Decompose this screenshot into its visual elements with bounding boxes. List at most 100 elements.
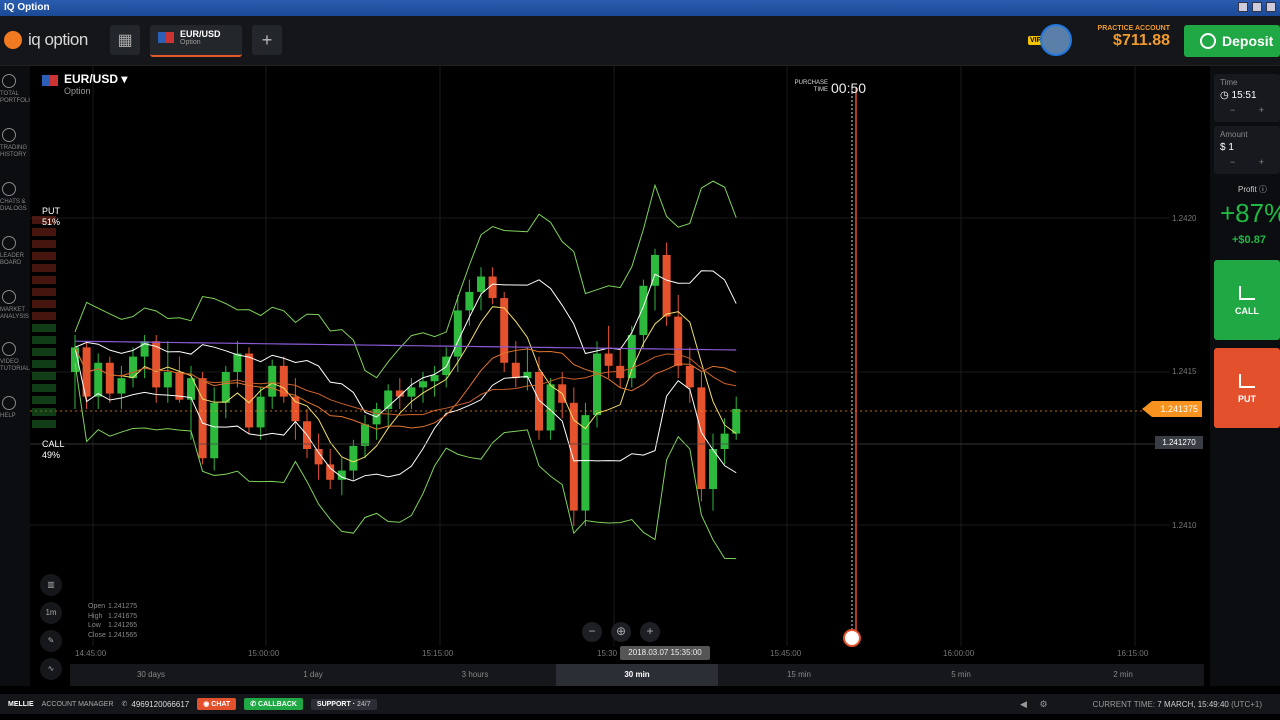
top-bar: iq option ▦ EUR/USD Option + VIP PRACTICE…	[0, 16, 1280, 66]
timeframe-option[interactable]: 30 min	[556, 664, 718, 686]
sidebar-item-help[interactable]: HELP	[0, 396, 30, 420]
expiry-time-field[interactable]: Time ◷ 15:51 − +	[1214, 74, 1280, 122]
x-tick-label: 16:00:00	[943, 649, 975, 658]
time-increase-button[interactable]: +	[1259, 105, 1264, 115]
close-button[interactable]	[1266, 2, 1276, 12]
indicators-button[interactable]: ∿	[40, 658, 62, 680]
candle	[627, 335, 636, 379]
chart-asset-label[interactable]: EUR/USD ▾ Option	[42, 72, 127, 96]
amount-increase-button[interactable]: +	[1259, 157, 1264, 167]
candle	[581, 415, 590, 511]
chart-up-icon	[1239, 286, 1255, 300]
deposit-button[interactable]: Deposit	[1184, 25, 1280, 57]
current-price-tag: 1.241375	[1142, 401, 1202, 417]
chat-button[interactable]: ◉ CHAT	[197, 698, 237, 710]
interval-button[interactable]: 1m	[40, 602, 62, 624]
purchase-timer: 00:50	[831, 80, 867, 96]
ohlc-close: 1.241565	[108, 631, 138, 639]
put-button[interactable]: PUT	[1214, 348, 1280, 428]
call-button[interactable]: CALL	[1214, 260, 1280, 340]
settings-icon[interactable]: ⚙	[1039, 699, 1047, 709]
chart-down-icon	[1239, 374, 1255, 388]
chat-icon	[2, 182, 16, 196]
sentiment-bar-segment	[32, 396, 56, 404]
sidebar-item-leaderboard[interactable]: LEADER BOARD	[0, 236, 30, 267]
timeframe-option[interactable]: 15 min	[718, 664, 880, 686]
phone-icon: ✆	[250, 701, 259, 708]
candle	[685, 365, 694, 388]
sidebar-item-chats[interactable]: CHATS & DIALOGS	[0, 182, 30, 213]
candle	[163, 372, 172, 388]
call-sentiment: CALL 49%	[42, 439, 65, 461]
zoom-out-button[interactable]: −	[582, 622, 602, 642]
put-button-label: PUT	[1238, 394, 1256, 404]
window-title: IQ Option	[4, 2, 50, 13]
time-decrease-button[interactable]: −	[1230, 105, 1235, 115]
chart-type-button[interactable]: ▥	[40, 574, 62, 596]
timeframe-option[interactable]: 3 hours	[394, 664, 556, 686]
sidebar-item-label: TRADING HISTORY	[0, 145, 27, 158]
maximize-button[interactable]	[1252, 2, 1262, 12]
expiry-marker[interactable]	[843, 629, 861, 647]
grid-icon: ▦	[117, 32, 133, 49]
avatar[interactable]	[1040, 24, 1072, 56]
timeframe-option[interactable]: 30 days	[70, 664, 232, 686]
deposit-icon	[1200, 33, 1216, 49]
candle	[349, 445, 358, 471]
candle	[268, 365, 277, 397]
interval-value: 1m	[45, 608, 57, 617]
amount-decrease-button[interactable]: −	[1230, 157, 1235, 167]
drawing-tools-button[interactable]: ✎	[40, 630, 62, 652]
candle	[732, 408, 741, 434]
call-sentiment-label: CALL	[42, 439, 65, 449]
x-tick-label: 14:45:00	[75, 649, 107, 658]
sidebar-item-history[interactable]: TRADING HISTORY	[0, 128, 30, 159]
sidebar-item-tutorials[interactable]: VIDEO TUTORIALS	[0, 342, 34, 373]
amount-label: Amount	[1220, 130, 1248, 139]
play-icon	[2, 342, 16, 356]
minimize-button[interactable]	[1238, 2, 1248, 12]
price-chart[interactable]	[30, 66, 1210, 664]
sentiment-bar-segment	[32, 372, 56, 380]
timeframe-option[interactable]: 5 min	[880, 664, 1042, 686]
time-value: 15:51	[1231, 90, 1257, 101]
account-switcher[interactable]: PRACTICE ACCOUNT $711.88	[1088, 25, 1170, 50]
eu-us-flag-icon	[158, 32, 174, 43]
chart-area[interactable]	[30, 66, 1210, 664]
candle	[720, 433, 729, 449]
candle	[245, 353, 253, 428]
add-asset-button[interactable]: +	[252, 25, 282, 55]
leaderboard-icon	[2, 236, 16, 250]
profit-label: Profit ⓘ	[1238, 185, 1267, 194]
sidebar-item-market[interactable]: MARKET ANALYSIS	[0, 290, 30, 321]
logo[interactable]: iq option	[4, 30, 88, 50]
assets-grid-button[interactable]: ▦	[110, 25, 140, 55]
put-sentiment: PUT 51%	[42, 206, 60, 228]
market-icon	[2, 290, 16, 304]
sentiment-bar-segment	[32, 360, 56, 368]
briefcase-icon	[2, 74, 16, 88]
candle	[535, 372, 543, 431]
candle	[407, 387, 416, 397]
asset-tab-sub: Option	[180, 39, 201, 46]
amount-field[interactable]: Amount $ 1 − +	[1214, 126, 1280, 174]
indicators-icon: ∿	[47, 664, 55, 673]
sentiment-bar-segment	[32, 408, 56, 416]
ohlc-high: 1.241675	[108, 612, 138, 620]
amount-value[interactable]: $ 1	[1220, 142, 1274, 153]
plus-icon: +	[646, 624, 654, 638]
timeframe-option[interactable]: 2 min	[1042, 664, 1204, 686]
timeframe-bar: 30 days 1 day 3 hours 30 min 15 min 5 min 2 mi…	[70, 664, 1204, 686]
zoom-reset-button[interactable]: ⊕	[611, 622, 631, 642]
sidebar-item-portfolio[interactable]: TOTAL PORTFOLIO	[0, 74, 35, 105]
call-sentiment-pct: 49%	[42, 450, 61, 460]
account-manager-label: ACCOUNT MANAGER	[41, 700, 114, 708]
support-button[interactable]: SUPPORT · 24/7	[310, 698, 377, 710]
volume-icon[interactable]: ◀ ⚙	[1020, 699, 1048, 710]
callback-button[interactable]: ✆ CALLBACK	[244, 698, 303, 710]
asset-tab[interactable]: EUR/USD Option	[150, 25, 242, 57]
zoom-in-button[interactable]: +	[640, 622, 660, 642]
minus-icon: −	[588, 624, 596, 638]
timeframe-option[interactable]: 1 day	[232, 664, 394, 686]
asset-tab-name: EUR/USD	[180, 29, 221, 39]
